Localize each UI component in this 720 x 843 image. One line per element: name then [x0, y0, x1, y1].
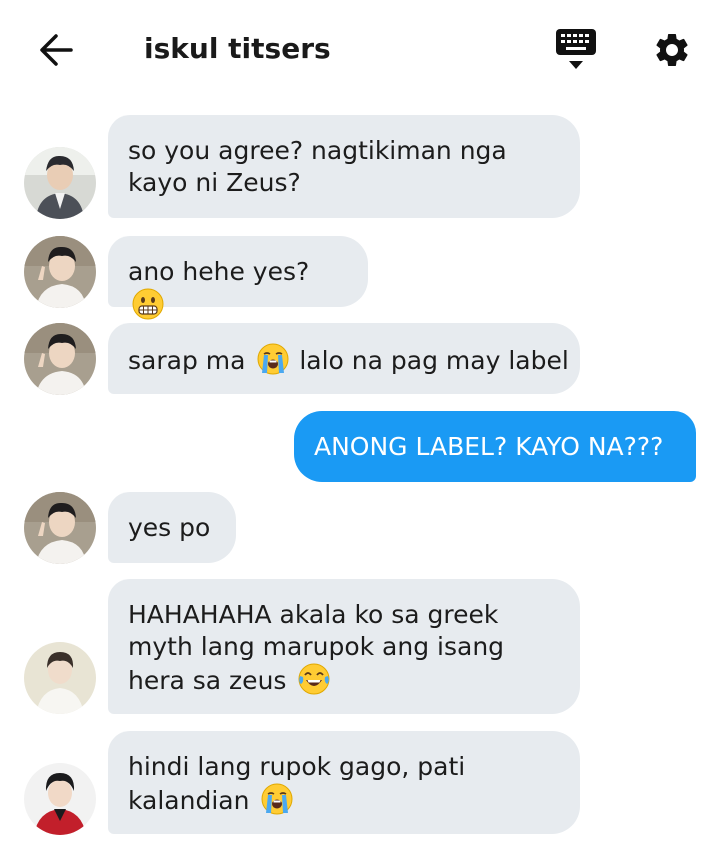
message-text: so you agree? nagtikiman nga kayo ni Zeu… [128, 136, 507, 197]
loudly-crying-face-icon [261, 783, 293, 823]
chat-title: iskul titsers [144, 32, 331, 65]
avatar[interactable] [24, 236, 96, 308]
message-bubble-outgoing[interactable]: ANONG LABEL? KAYO NA??? [294, 411, 696, 482]
keyboard-button[interactable] [552, 26, 600, 74]
avatar[interactable] [24, 323, 96, 395]
message-bubble-incoming[interactable]: yes po [108, 492, 236, 563]
face-with-tears-of-joy-icon [298, 663, 330, 703]
back-button[interactable] [34, 30, 78, 70]
arrow-left-icon [40, 34, 73, 66]
chat-header: iskul titsers [0, 0, 720, 100]
message-bubble-incoming[interactable]: sarap ma lalo na pag may label [108, 323, 580, 394]
message-bubble-incoming[interactable]: HAHAHAHA akala ko sa greek myth lang mar… [108, 579, 580, 714]
settings-button[interactable] [648, 26, 696, 74]
avatar[interactable] [24, 642, 96, 714]
avatar[interactable] [24, 763, 96, 835]
message-bubble-incoming[interactable]: so you agree? nagtikiman nga kayo ni Zeu… [108, 115, 580, 218]
message-text: ano hehe yes? [128, 257, 310, 286]
message-text: sarap ma [128, 346, 246, 375]
avatar[interactable] [24, 492, 96, 564]
message-text: lalo na pag may label [299, 346, 569, 375]
message-text: yes po [128, 513, 211, 542]
message-text: ANONG LABEL? KAYO NA??? [314, 432, 664, 461]
avatar[interactable] [24, 147, 96, 219]
message-text: hindi lang rupok gago, pati kalandian [128, 752, 466, 815]
message-bubble-incoming[interactable]: ano hehe yes? [108, 236, 368, 320]
message-bubble-incoming[interactable]: hindi lang rupok gago, pati kalandian [108, 731, 580, 834]
gear-icon [656, 33, 688, 66]
grimacing-face-icon [132, 288, 164, 328]
keyboard-icon [556, 29, 596, 69]
loudly-crying-face-icon [257, 343, 289, 383]
